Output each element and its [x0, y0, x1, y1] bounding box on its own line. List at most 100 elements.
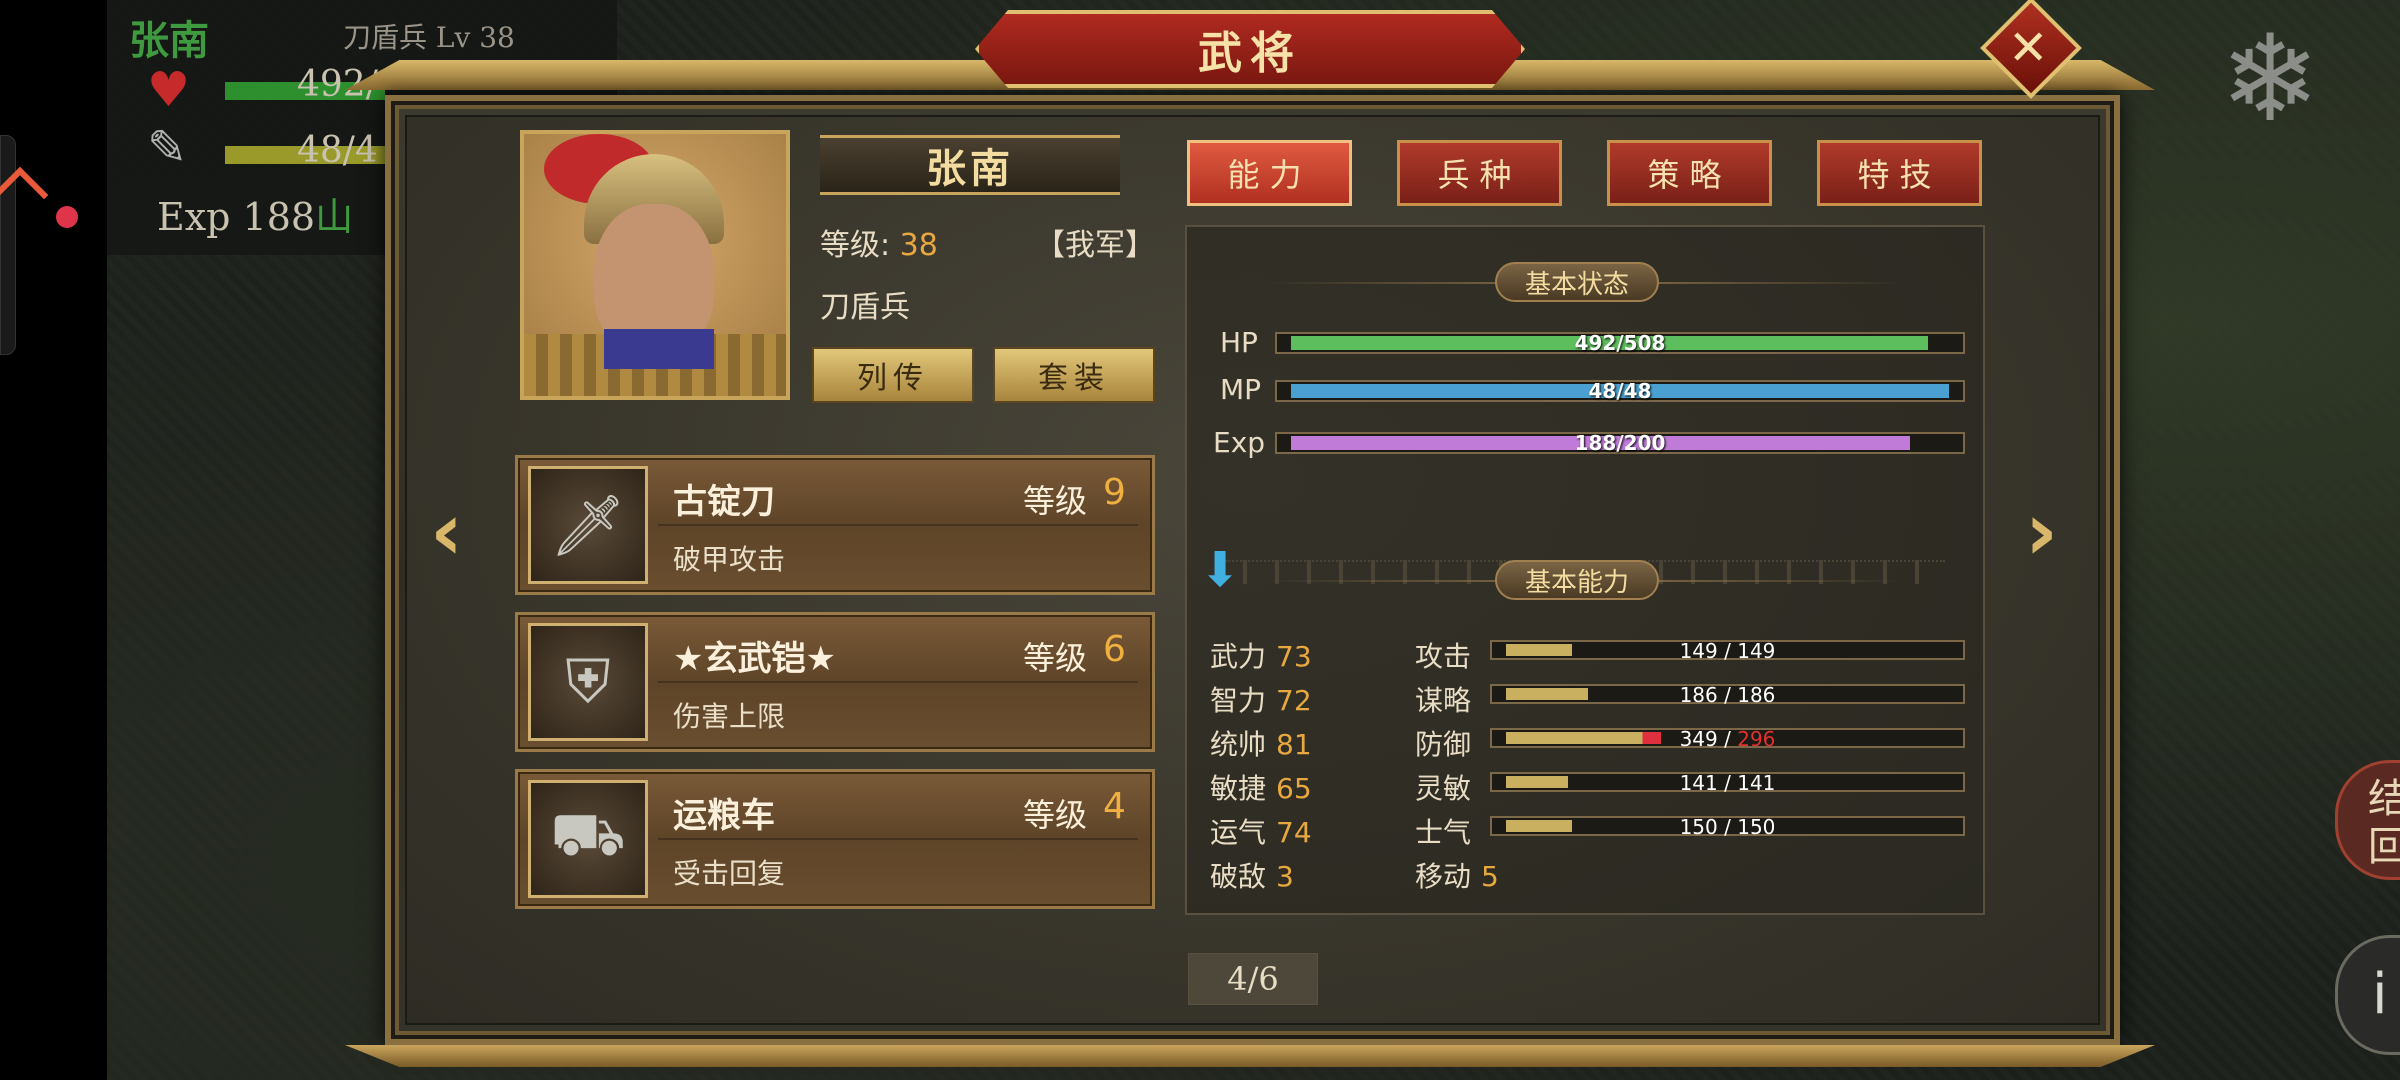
equipment-effect: 伤害上限: [673, 700, 786, 733]
stat-strategy-bar: 186 / 186: [1490, 683, 1965, 707]
equipment-set-button[interactable]: 套装: [993, 347, 1155, 403]
next-general-arrow-icon[interactable]: ›: [2025, 485, 2058, 578]
feather-icon: ✎: [147, 120, 188, 176]
attr-value: 65: [1276, 772, 1312, 805]
level-label: 等级:: [820, 228, 891, 263]
stat-agility-value: 141 / 141: [1679, 771, 1776, 795]
attr-name: 统帅: [1210, 728, 1267, 761]
dialog-title-banner: 武将: [975, 10, 1525, 88]
general-level: 等级: 38: [820, 220, 938, 264]
attr-name: 敏捷: [1210, 772, 1267, 805]
stat-attack-label: 攻击: [1415, 640, 1472, 673]
biography-button[interactable]: 列传: [812, 347, 974, 403]
prev-general-arrow-icon[interactable]: ‹: [430, 485, 463, 578]
equipment-name: ★玄武铠★: [673, 639, 836, 679]
equipment-level: 6: [1103, 629, 1126, 670]
dialog-bottom-rail: [345, 1045, 2155, 1067]
attr-defeats: 破敌 3: [1210, 855, 1294, 895]
stat-attack-value: 149 / 149: [1679, 639, 1776, 663]
hp-label: HP: [1220, 326, 1258, 359]
attr-name: 破敌: [1210, 860, 1267, 893]
stat-agility-label: 灵敏: [1415, 772, 1472, 805]
general-name: 张南: [926, 146, 1014, 192]
snowflake-icon: ❄: [2220, 10, 2321, 149]
attr-luck: 运气 74: [1210, 811, 1312, 851]
stat-morale-value: 150 / 150: [1679, 815, 1776, 839]
stat-strategy-label: 谋略: [1415, 684, 1472, 717]
record-indicator-icon: [56, 206, 78, 228]
mp-bar: 48/48: [1275, 379, 1965, 403]
stat-morale-bar: 150 / 150: [1490, 815, 1965, 839]
stat-agility-bar: 141 / 141: [1490, 771, 1965, 795]
hp-value: 492/508: [1574, 331, 1666, 355]
hud-class-name: 刀盾兵: [343, 21, 428, 54]
device-left-edge: [0, 0, 107, 1080]
page-indicator: 4/6: [1188, 953, 1318, 1005]
attr-command: 统帅 81: [1210, 723, 1312, 763]
exp-bar: 188/200: [1275, 431, 1965, 455]
equipment-slot-armor[interactable]: ⛨ ★玄武铠★ 等级 6 伤害上限: [515, 612, 1155, 752]
hud-level: Lv 38: [435, 21, 515, 54]
attr-intelligence: 智力 72: [1210, 679, 1312, 719]
equipment-level: 9: [1103, 472, 1126, 513]
attr-value: 74: [1276, 816, 1312, 849]
hud-unit-name: 张南: [129, 17, 209, 64]
attr-strength: 武力 73: [1210, 635, 1312, 675]
equipment-name: 运粮车: [673, 796, 775, 836]
section-basic-ability: 基本能力: [1495, 560, 1660, 600]
heart-icon: ♥: [147, 62, 191, 118]
mp-label: MP: [1220, 373, 1262, 406]
stat-morale-label: 士气: [1415, 816, 1472, 849]
equipment-effect: 破甲攻击: [673, 543, 786, 576]
tab-troop-type[interactable]: 兵种: [1397, 140, 1562, 206]
equipment-level-label: 等级: [1023, 482, 1088, 520]
stat-movement: 移动 5: [1415, 855, 1499, 895]
stat-defense-value: 349 / 296: [1679, 727, 1776, 751]
hud-exp: Exp 188: [157, 195, 316, 239]
stat-defense-bar: 349 / 296: [1490, 727, 1965, 751]
attr-value: 81: [1276, 728, 1312, 761]
cart-icon: ⛟: [528, 780, 648, 898]
equipment-slot-accessory[interactable]: ⛟ 运粮车 等级 4 受击回复: [515, 769, 1155, 909]
stat-strategy-value: 186 / 186: [1679, 683, 1776, 707]
equipment-slot-weapon[interactable]: 🗡 古锭刀 等级 9 破甲攻击: [515, 455, 1155, 595]
attr-name: 运气: [1210, 816, 1267, 849]
attr-value: 72: [1276, 684, 1312, 717]
section-basic-status: 基本状态: [1495, 262, 1660, 302]
faction-label: 【我军】: [1035, 228, 1155, 263]
general-name-plate: 张南: [820, 135, 1120, 195]
attr-value: 73: [1276, 640, 1312, 673]
equipment-level: 4: [1103, 786, 1126, 827]
attr-agility: 敏捷 65: [1210, 767, 1312, 807]
exp-label: Exp: [1213, 426, 1266, 459]
stat-attack-bar: 149 / 149: [1490, 639, 1965, 663]
tab-strategy[interactable]: 策略: [1607, 140, 1772, 206]
mp-value: 48/48: [1588, 379, 1652, 403]
move-label: 移动: [1415, 860, 1472, 893]
attr-value: 3: [1276, 860, 1294, 893]
move-value: 5: [1481, 860, 1499, 893]
armor-icon: ⛨: [528, 623, 648, 741]
sword-icon: 🗡: [528, 466, 648, 584]
dialog-title: 武将: [1198, 28, 1302, 79]
hud-unit-class: 刀盾兵 Lv 38: [343, 16, 515, 56]
hp-bar: 492/508: [1275, 331, 1965, 355]
equipment-level-label: 等级: [1023, 639, 1088, 677]
unit-type: 刀盾兵: [820, 290, 910, 325]
exp-value: 188/200: [1574, 431, 1666, 455]
equipment-effect: 受击回复: [673, 857, 786, 890]
close-icon: ✕: [2008, 20, 2049, 77]
general-dialog: 武将 ✕ 张南 等级: 38 【我军】 刀盾兵 列传 套装 ‹ › 🗡 古锭刀 …: [345, 0, 2155, 1067]
attr-name: 智力: [1210, 684, 1267, 717]
side-panel-tab[interactable]: [0, 135, 16, 355]
expand-down-arrow-icon[interactable]: ⬇: [1200, 542, 1240, 598]
equipment-level-label: 等级: [1023, 796, 1088, 834]
attr-name: 武力: [1210, 640, 1267, 673]
level-value: 38: [899, 228, 938, 263]
tab-ability[interactable]: 能力: [1187, 140, 1352, 206]
general-portrait: [520, 130, 790, 400]
equipment-name: 古锭刀: [673, 482, 775, 522]
tab-skills[interactable]: 特技: [1817, 140, 1982, 206]
stat-defense-label: 防御: [1415, 728, 1472, 761]
hud-exp-line: Exp 188山: [157, 186, 353, 241]
